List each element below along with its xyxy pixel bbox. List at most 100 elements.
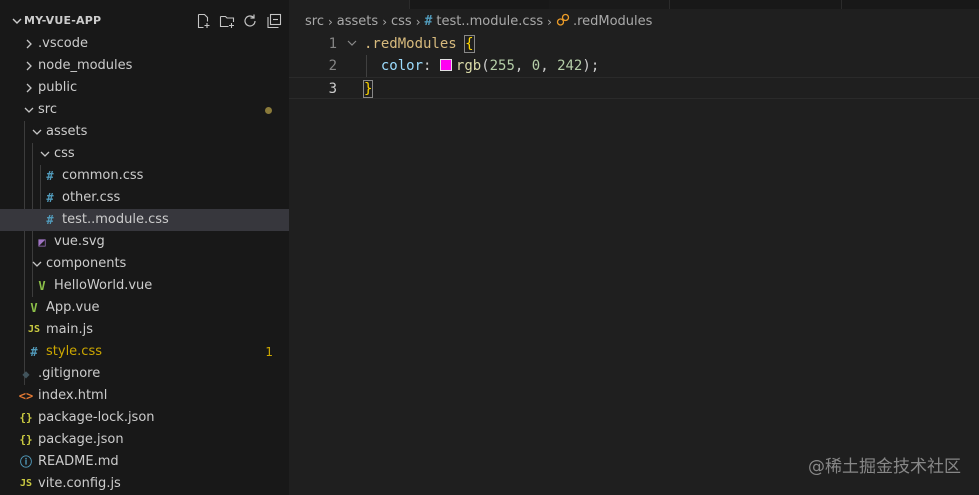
css-file-icon: # bbox=[46, 191, 54, 205]
tree-item-package-lock-json[interactable]: {} package-lock.json bbox=[0, 407, 289, 429]
fold-chevron-icon[interactable] bbox=[346, 37, 358, 49]
css-file-icon: # bbox=[46, 169, 54, 183]
breadcrumb-item-assets[interactable]: assets bbox=[337, 12, 378, 32]
comma: , bbox=[540, 58, 558, 74]
refresh-icon[interactable] bbox=[242, 13, 260, 31]
chevron-right-icon: › bbox=[327, 15, 333, 29]
tree-item-vscode[interactable]: .vscode bbox=[0, 33, 289, 55]
chevron-right-icon[interactable] bbox=[22, 59, 36, 73]
line-number: 2 bbox=[328, 58, 337, 74]
chevron-down-icon[interactable] bbox=[30, 257, 44, 271]
rgb-red: 255 bbox=[489, 58, 515, 74]
tree-item-src[interactable]: src bbox=[0, 99, 289, 121]
tree-item-label: package-lock.json bbox=[38, 410, 155, 425]
explorer-sidebar: MY-VUE-APP .vscode node_modulespublic src a… bbox=[0, 0, 289, 495]
tree-item-label: assets bbox=[46, 124, 88, 139]
watermark: @稀土掘金技术社区 bbox=[808, 457, 961, 477]
problem-count-badge: 1 bbox=[265, 345, 273, 359]
css-function: rgb bbox=[455, 58, 482, 74]
html-file-icon: <> bbox=[18, 389, 34, 403]
tree-item-css[interactable]: css bbox=[0, 143, 289, 165]
new-folder-icon[interactable] bbox=[219, 13, 237, 31]
tree-item-label: style.css bbox=[46, 344, 102, 359]
tree-item-label: other.css bbox=[62, 190, 121, 205]
paren-open: ( bbox=[481, 58, 490, 74]
tab-divider bbox=[841, 0, 842, 9]
code-text: } bbox=[362, 78, 374, 100]
code-text: color: rgb(255, 0, 242); bbox=[364, 55, 599, 77]
tree-item-components[interactable]: components bbox=[0, 253, 289, 275]
tree-item-test-module-css[interactable]: # test..module.css bbox=[0, 209, 289, 231]
css-file-icon: # bbox=[424, 14, 433, 29]
tree-item-vue-svg[interactable]: ◩ vue.svg bbox=[0, 231, 289, 253]
tree-item-main-js[interactable]: JS main.js bbox=[0, 319, 289, 341]
colon: : bbox=[423, 58, 432, 74]
tree-item-label: index.html bbox=[38, 388, 108, 403]
css-selector: .redModules bbox=[364, 36, 457, 52]
line-number: 1 bbox=[328, 36, 337, 52]
code-line-1[interactable]: 1 .redModules { bbox=[289, 33, 979, 55]
tree-item-label: .gitignore bbox=[38, 366, 101, 381]
editor-area: src › assets › css › # test..module.css › .redMod… bbox=[289, 0, 979, 495]
code-line-3[interactable]: 3 } bbox=[289, 77, 979, 99]
paren-close: ) bbox=[582, 58, 591, 74]
tree-item-node-modules[interactable]: node_modules bbox=[0, 55, 289, 77]
breadcrumb-item-css[interactable]: css bbox=[391, 12, 412, 32]
chevron-down-icon[interactable] bbox=[30, 125, 44, 139]
code-line-2[interactable]: 2 color: rgb(255, 0, 242); bbox=[289, 55, 979, 77]
tree-item-index-html[interactable]: <> index.html bbox=[0, 385, 289, 407]
css-file-icon: # bbox=[46, 213, 54, 227]
tree-item-label: common.css bbox=[62, 168, 144, 183]
semicolon: ; bbox=[590, 58, 600, 74]
js-file-icon: JS bbox=[27, 324, 41, 335]
symbol-class-icon bbox=[556, 12, 570, 32]
vue-file-icon: V bbox=[38, 279, 46, 293]
tree-item-public[interactable]: public bbox=[0, 77, 289, 99]
tree-item-label: vite.config.js bbox=[38, 476, 121, 491]
chevron-right-icon[interactable] bbox=[22, 37, 36, 51]
line-number: 3 bbox=[328, 81, 337, 97]
tree-item-style-css[interactable]: # style.css 1 bbox=[0, 341, 289, 363]
new-file-icon[interactable] bbox=[195, 13, 213, 31]
json-file-icon: {} bbox=[19, 433, 33, 446]
tree-item-readme-md[interactable]: ⓘ README.md bbox=[0, 451, 289, 473]
breadcrumb-item-symbol[interactable]: .redModules bbox=[573, 12, 653, 32]
tab[interactable] bbox=[289, 0, 410, 9]
tree-item-gitignore[interactable]: ◆ .gitignore bbox=[0, 363, 289, 385]
css-property: color bbox=[380, 58, 424, 74]
tree-item-label: test..module.css bbox=[62, 212, 169, 227]
info-file-icon: ⓘ bbox=[19, 455, 32, 469]
close-brace: } bbox=[362, 80, 374, 98]
collapse-all-icon[interactable] bbox=[266, 13, 284, 31]
tree-item-assets[interactable]: assets bbox=[0, 121, 289, 143]
tree-item-app-vue[interactable]: V App.vue bbox=[0, 297, 289, 319]
chevron-right-icon: › bbox=[547, 15, 552, 29]
svg-file-icon: ◩ bbox=[38, 235, 46, 249]
tree-item-other-css[interactable]: # other.css bbox=[0, 187, 289, 209]
tree-item-label: components bbox=[46, 256, 127, 271]
chevron-right-icon[interactable] bbox=[22, 81, 36, 95]
chevron-down-icon[interactable] bbox=[10, 13, 24, 29]
code-text: .redModules { bbox=[364, 33, 475, 55]
tree-item-common-css[interactable]: # common.css bbox=[0, 165, 289, 187]
breadcrumb-item-src[interactable]: src bbox=[305, 12, 324, 32]
vue-file-icon: V bbox=[30, 301, 38, 315]
breadcrumb-item-file[interactable]: test..module.css bbox=[436, 12, 543, 32]
tab[interactable] bbox=[549, 0, 670, 9]
tree-item-label: package.json bbox=[38, 432, 124, 447]
tree-item-label: main.js bbox=[46, 322, 93, 337]
tree-item-helloworld-vue[interactable]: V HelloWorld.vue bbox=[0, 275, 289, 297]
git-file-icon: ◆ bbox=[22, 367, 30, 381]
explorer-header[interactable]: MY-VUE-APP bbox=[0, 11, 289, 33]
tree-item-vite-config-js[interactable]: JS vite.config.js bbox=[0, 473, 289, 495]
chevron-down-icon[interactable] bbox=[38, 147, 52, 161]
tab-strip bbox=[289, 0, 979, 9]
json-file-icon: {} bbox=[19, 411, 33, 424]
css-file-icon: # bbox=[30, 345, 38, 359]
tree-item-label: public bbox=[38, 80, 78, 95]
tree-item-package-json[interactable]: {} package.json bbox=[0, 429, 289, 451]
modified-dot-icon bbox=[265, 107, 272, 114]
color-swatch[interactable] bbox=[439, 59, 452, 71]
chevron-down-icon[interactable] bbox=[22, 103, 36, 117]
open-brace: { bbox=[464, 35, 475, 53]
